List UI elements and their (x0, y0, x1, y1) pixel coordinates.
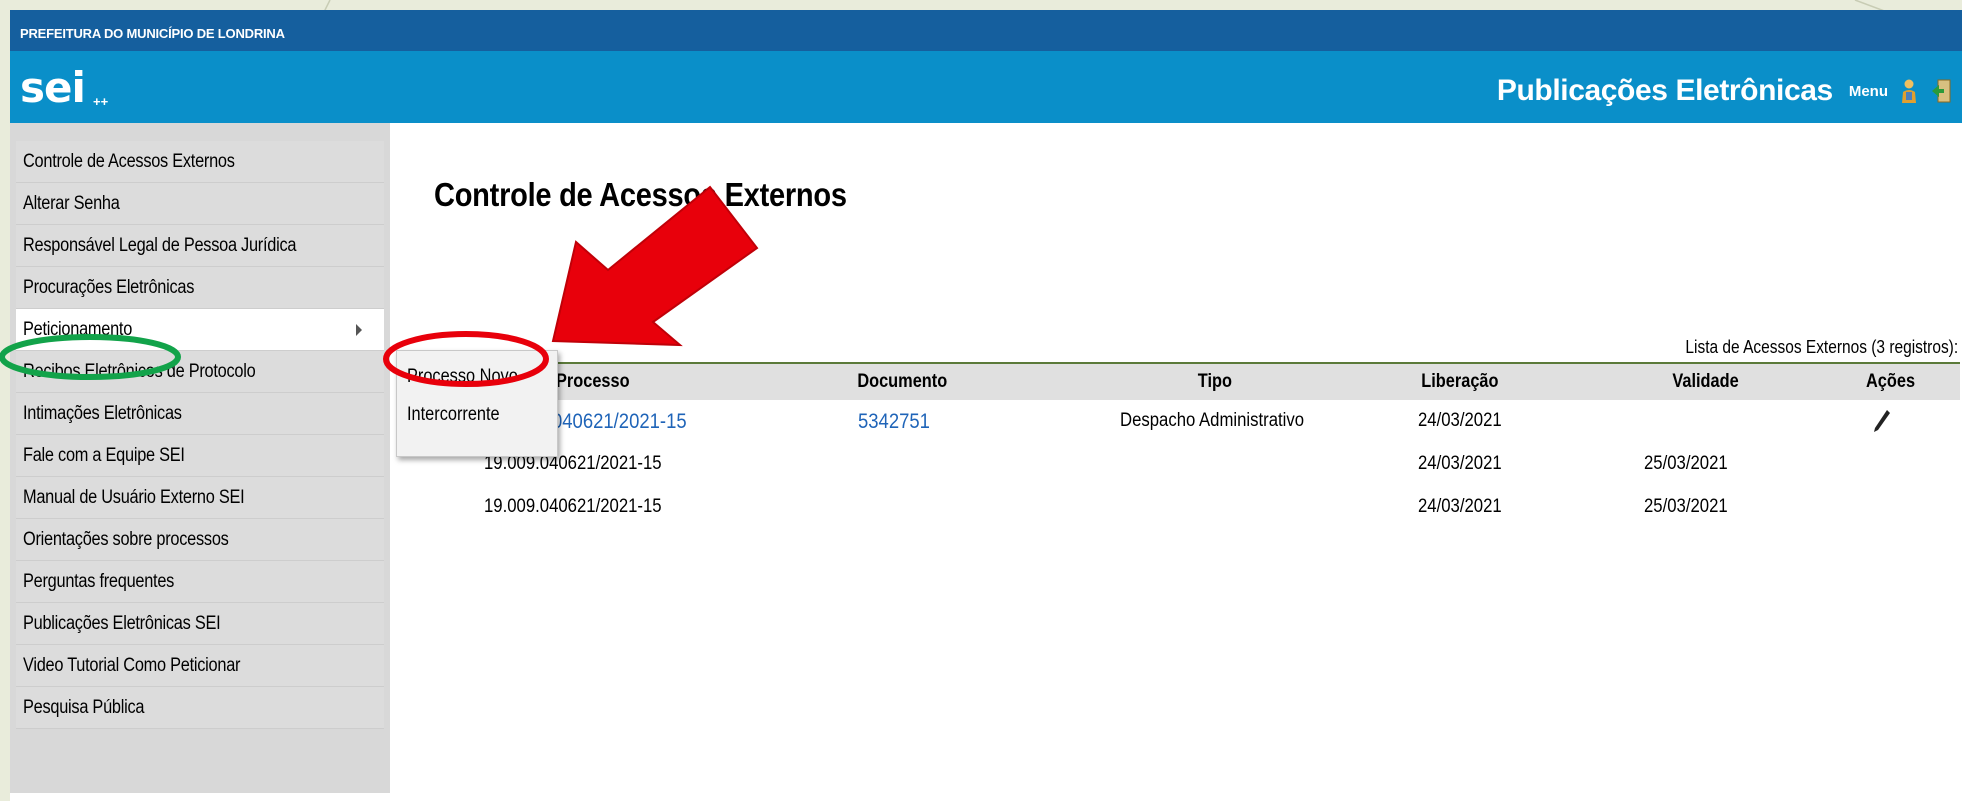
sidebar-item-label: Publicações Eletrônicas SEI (23, 613, 221, 634)
sidebar-item-controle-acessos[interactable]: Controle de Acessos Externos (16, 141, 384, 183)
sidebar-item-label: Manual de Usuário Externo SEI (23, 487, 245, 508)
column-header-tipo[interactable]: Tipo (1195, 371, 1235, 393)
top-bar: PREFEITURA DO MUNICÍPIO DE LONDRINA (10, 10, 1962, 51)
sidebar-item-label: Procurações Eletrônicas (23, 277, 195, 298)
liberacao-cell: 24/03/2021 (1418, 410, 1502, 431)
sidebar-item-responsavel-legal[interactable]: Responsável Legal de Pessoa Jurídica (16, 225, 384, 267)
sidebar-item-manual[interactable]: Manual de Usuário Externo SEI (16, 477, 384, 519)
table-row: 19.009.040621/2021-15 24/03/2021 25/03/2… (430, 443, 1960, 486)
sidebar-item-label: Alterar Senha (23, 193, 120, 214)
sidebar-item-orientacoes[interactable]: Orientações sobre processos (16, 519, 384, 561)
sidebar-item-label: Pesquisa Pública (23, 697, 145, 718)
sidebar-item-label: Peticionamento (23, 319, 133, 340)
table-header: Processo Documento Tipo Liberação Valida… (430, 362, 1960, 400)
user-icon[interactable] (1898, 78, 1920, 104)
sei-logo[interactable]: sei (20, 65, 86, 111)
column-header-processo[interactable]: Processo (550, 371, 636, 393)
tipo-cell: Despacho Administrativo (1120, 410, 1305, 431)
access-table: Processo Documento Tipo Liberação Valida… (430, 362, 1960, 529)
liberacao-cell: 24/03/2021 (1418, 453, 1502, 474)
peticionamento-submenu: Processo Novo Intercorrente (396, 350, 558, 457)
sidebar-item-label: Recibos Eletrônicos de Protocolo (23, 361, 256, 382)
sidebar-menu: Controle de Acessos Externos Alterar Sen… (10, 123, 390, 793)
sidebar-item-procuracoes[interactable]: Procurações Eletrônicas (16, 267, 384, 309)
pencil-icon[interactable] (1872, 408, 1892, 434)
exit-icon[interactable] (1930, 78, 1952, 104)
sidebar-item-label: Perguntas frequentes (23, 571, 175, 592)
column-header-liberacao[interactable]: Liberação (1415, 371, 1505, 393)
sidebar-item-label: Fale com a Equipe SEI (23, 445, 185, 466)
menu-button[interactable]: Menu (1849, 83, 1888, 100)
sidebar-item-intimacoes[interactable]: Intimações Eletrônicas (16, 393, 384, 435)
submenu-arrow-icon (356, 324, 362, 336)
page-title: Controle de Acessos Externos (434, 176, 847, 213)
sidebar-item-peticionamento[interactable]: Peticionamento (16, 309, 384, 351)
table-caption: Lista de Acessos Externos (3 registros): (1685, 337, 1958, 357)
validade-cell: 25/03/2021 (1644, 496, 1728, 517)
sidebar-item-video-tutorial[interactable]: Video Tutorial Como Peticionar (16, 645, 384, 687)
sidebar-item-label: Video Tutorial Como Peticionar (23, 655, 241, 676)
submenu-item-processo-novo[interactable]: Processo Novo (397, 358, 557, 396)
browser-page: PREFEITURA DO MUNICÍPIO DE LONDRINA sei … (10, 10, 1962, 801)
sidebar-item-label: Intimações Eletrônicas (23, 403, 182, 424)
sidebar-item-publicacoes[interactable]: Publicações Eletrônicas SEI (16, 603, 384, 645)
documento-link[interactable]: 5342751 (858, 410, 940, 434)
organization-name: PREFEITURA DO MUNICÍPIO DE LONDRINA (20, 26, 285, 41)
sidebar-item-fale-conosco[interactable]: Fale com a Equipe SEI (16, 435, 384, 477)
header-actions: Publicações Eletrônicas Menu (1496, 74, 1952, 107)
sidebar-item-perguntas[interactable]: Perguntas frequentes (16, 561, 384, 603)
column-header-validade[interactable]: Validade (1667, 371, 1744, 393)
submenu-item-intercorrente[interactable]: Intercorrente (397, 396, 557, 434)
header-bar: sei ++ Publicações Eletrônicas Menu (10, 51, 1962, 123)
table-row: 040621/2021-15 5342751 Despacho Administ… (430, 400, 1960, 443)
sidebar-item-label: Controle de Acessos Externos (23, 151, 235, 172)
sei-logo-plus: ++ (93, 94, 109, 109)
sidebar-item-label: Responsável Legal de Pessoa Jurídica (23, 235, 297, 256)
sidebar-item-alterar-senha[interactable]: Alterar Senha (16, 183, 384, 225)
processo-link[interactable]: 040621/2021-15 (552, 410, 705, 434)
table-row: 19.009.040621/2021-15 24/03/2021 25/03/2… (430, 486, 1960, 529)
validade-cell: 25/03/2021 (1644, 453, 1728, 474)
processo-cell: 19.009.040621/2021-15 (484, 496, 662, 517)
sidebar-item-recibos[interactable]: Recibos Eletrônicos de Protocolo (16, 351, 384, 393)
sidebar-item-label: Orientações sobre processos (23, 529, 229, 550)
header-title: Publicações Eletrônicas (1496, 74, 1833, 107)
liberacao-cell: 24/03/2021 (1418, 496, 1502, 517)
sidebar-item-pesquisa-publica[interactable]: Pesquisa Pública (16, 687, 384, 729)
column-header-documento[interactable]: Documento (850, 371, 955, 393)
column-header-acoes: Ações (1865, 371, 1916, 392)
